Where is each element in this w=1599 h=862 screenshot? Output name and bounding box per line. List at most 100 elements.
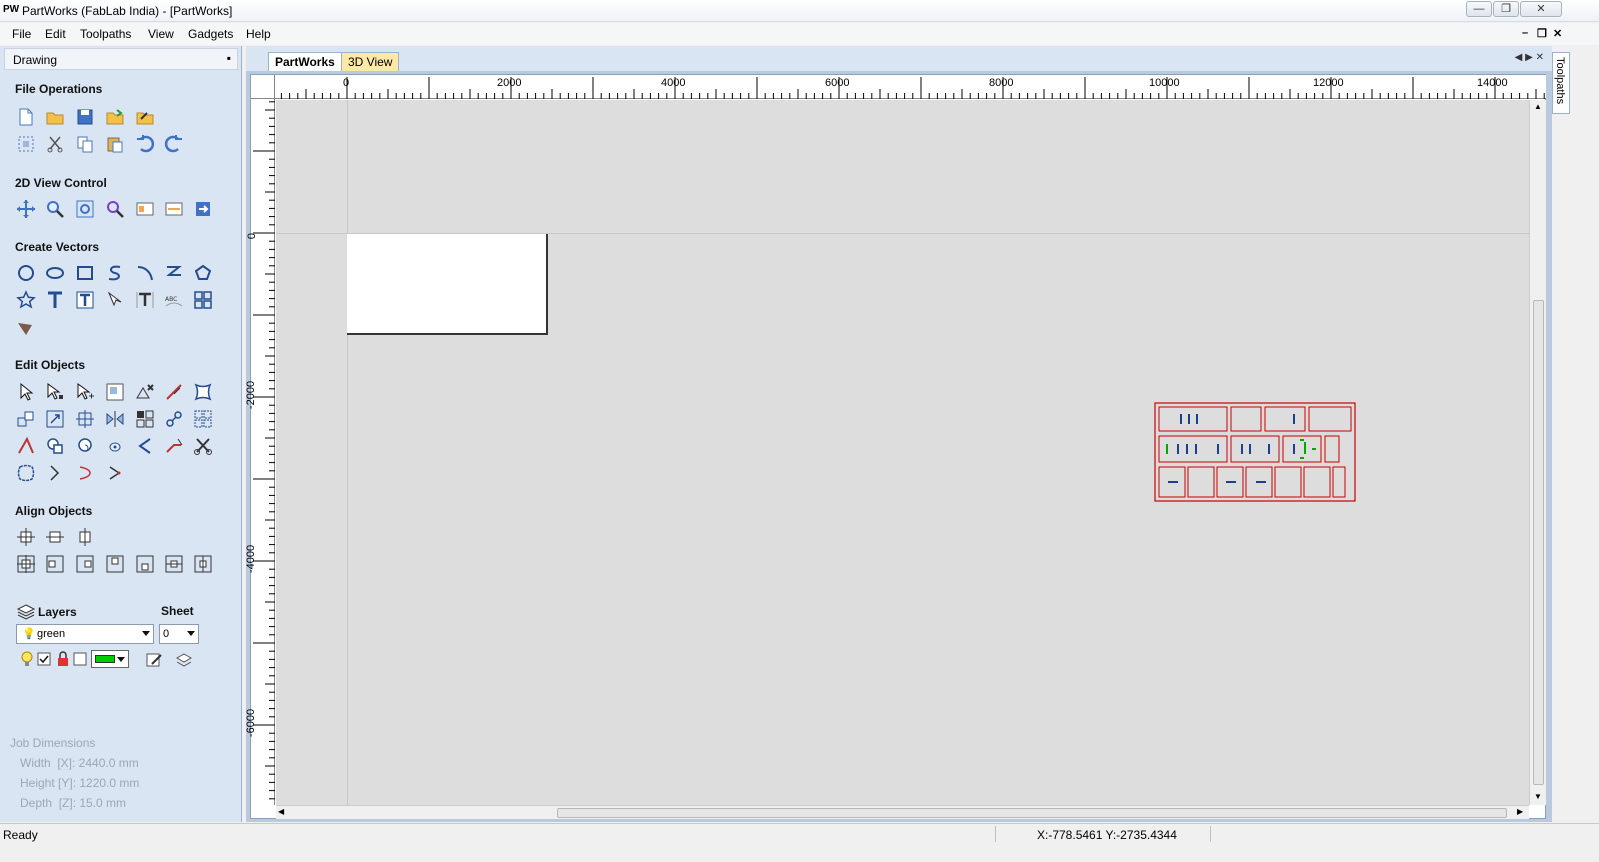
drawing-tool-icon[interactable]	[15, 316, 37, 338]
mdi-minimize-button[interactable]: –	[1522, 27, 1528, 39]
view-layout-icon[interactable]	[134, 198, 156, 220]
close-button[interactable]: ✕	[1520, 1, 1562, 17]
align-h-center-material-icon[interactable]	[163, 553, 185, 575]
subtract-icon[interactable]	[74, 435, 96, 457]
scroll-down-icon[interactable]: ▼	[1534, 792, 1542, 801]
drawing-area[interactable]	[276, 100, 1529, 805]
layer-properties-icon[interactable]	[143, 649, 165, 671]
intersect-icon[interactable]	[104, 435, 126, 457]
scroll-up-icon[interactable]: ▲	[1534, 102, 1542, 111]
zoom-icon[interactable]	[44, 198, 66, 220]
restore-button[interactable]: ❐	[1493, 1, 1519, 17]
polygon-icon[interactable]	[192, 262, 214, 284]
sheet-select[interactable]: 0	[159, 624, 199, 644]
text-on-curve-icon[interactable]	[104, 289, 126, 311]
material-sheet[interactable]	[347, 234, 548, 335]
align-vertical-center-icon[interactable]	[74, 526, 96, 548]
new-file-icon[interactable]	[15, 106, 37, 128]
lock-checkbox[interactable]	[69, 648, 91, 670]
horizontal-scroll-thumb[interactable]	[557, 808, 1507, 818]
tab-navigation[interactable]: ◀ ▶ ✕	[1515, 52, 1544, 63]
import-icon[interactable]	[104, 106, 126, 128]
view-toolpath-icon[interactable]	[163, 198, 185, 220]
view-3d-icon[interactable]	[192, 198, 214, 220]
import-vector-icon[interactable]	[134, 106, 156, 128]
align-top-icon[interactable]	[104, 553, 126, 575]
minimize-button[interactable]: —	[1466, 1, 1492, 17]
zoom-selected-icon[interactable]	[104, 198, 126, 220]
fillet-icon[interactable]	[134, 435, 156, 457]
scroll-right-icon[interactable]: ▶	[1517, 807, 1523, 816]
trim-icon[interactable]	[15, 435, 37, 457]
redo-icon[interactable]	[163, 133, 185, 155]
menu-view[interactable]: View	[148, 27, 174, 41]
text-icon[interactable]	[44, 289, 66, 311]
vertical-scroll-thumb[interactable]	[1533, 300, 1544, 785]
arc-text-icon[interactable]: ABC	[163, 289, 185, 311]
layer-color-picker[interactable]	[91, 650, 129, 668]
join-icon[interactable]	[163, 408, 185, 430]
scroll-left-icon[interactable]: ◀	[278, 807, 284, 816]
text-frame-icon[interactable]	[74, 289, 96, 311]
create-fillets-icon[interactable]	[74, 462, 96, 484]
measure-icon[interactable]	[163, 381, 185, 403]
block-copy-icon[interactable]	[134, 408, 156, 430]
move-icon[interactable]	[15, 408, 37, 430]
save-icon[interactable]	[74, 106, 96, 128]
delete-icon[interactable]	[134, 381, 156, 403]
array-copy-icon[interactable]	[192, 289, 214, 311]
menu-gadgets[interactable]: Gadgets	[188, 27, 233, 41]
paste-icon[interactable]	[104, 133, 126, 155]
horizontal-scrollbar[interactable]: ◀ ▶	[276, 805, 1529, 819]
align-right-icon[interactable]	[74, 553, 96, 575]
distort-icon[interactable]	[192, 381, 214, 403]
nested-parts[interactable]	[1154, 402, 1358, 504]
mirror-icon[interactable]	[104, 408, 126, 430]
tab-partworks[interactable]: PartWorks	[268, 52, 342, 71]
resize-icon[interactable]	[44, 408, 66, 430]
cut-icon[interactable]	[44, 133, 66, 155]
zoom-extents-icon[interactable]	[74, 198, 96, 220]
mdi-restore-button[interactable]: ❐	[1537, 27, 1547, 40]
pan-icon[interactable]	[15, 198, 37, 220]
extend-icon[interactable]	[163, 435, 185, 457]
open-file-icon[interactable]	[44, 106, 66, 128]
polyline-icon[interactable]	[163, 262, 185, 284]
align-bottom-icon[interactable]	[134, 553, 156, 575]
align-horizontal-center-icon[interactable]	[44, 526, 66, 548]
circle-icon[interactable]	[15, 262, 37, 284]
auto-layout-text-icon[interactable]	[134, 289, 156, 311]
node-edit-icon[interactable]	[44, 381, 66, 403]
align-center-icon[interactable]	[15, 526, 37, 548]
curve-icon[interactable]	[104, 262, 126, 284]
scissors-icon[interactable]	[192, 435, 214, 457]
ellipse-icon[interactable]	[44, 262, 66, 284]
select-icon[interactable]	[15, 381, 37, 403]
vertical-scrollbar[interactable]: ▲ ▼	[1529, 100, 1546, 805]
weld-icon[interactable]	[44, 435, 66, 457]
menu-file[interactable]: File	[12, 27, 31, 41]
menu-toolpaths[interactable]: Toolpaths	[80, 27, 131, 41]
tbone-icon[interactable]	[104, 462, 126, 484]
star-icon[interactable]	[15, 289, 37, 311]
rectangle-icon[interactable]	[74, 262, 96, 284]
tab-3d-view[interactable]: 3D View	[341, 52, 400, 71]
menu-help[interactable]: Help	[246, 27, 271, 41]
arc-icon[interactable]	[134, 262, 156, 284]
center-in-material-icon[interactable]	[15, 553, 37, 575]
scale-icon[interactable]	[104, 381, 126, 403]
center-icon[interactable]	[74, 408, 96, 430]
align-left-icon[interactable]	[44, 553, 66, 575]
transform-icon[interactable]	[74, 381, 96, 403]
align-v-center-material-icon[interactable]	[192, 553, 214, 575]
mdi-close-button[interactable]: ✕	[1553, 27, 1562, 40]
layer-select[interactable]: 💡 green	[16, 624, 154, 644]
nest-icon[interactable]	[192, 408, 214, 430]
dogbone-icon[interactable]	[44, 462, 66, 484]
pin-icon[interactable]: ▪	[227, 51, 231, 65]
copy-icon[interactable]	[74, 133, 96, 155]
undo-icon[interactable]	[134, 133, 156, 155]
layer-manager-icon[interactable]	[173, 649, 195, 671]
offset-icon[interactable]	[15, 462, 37, 484]
menu-edit[interactable]: Edit	[45, 27, 66, 41]
